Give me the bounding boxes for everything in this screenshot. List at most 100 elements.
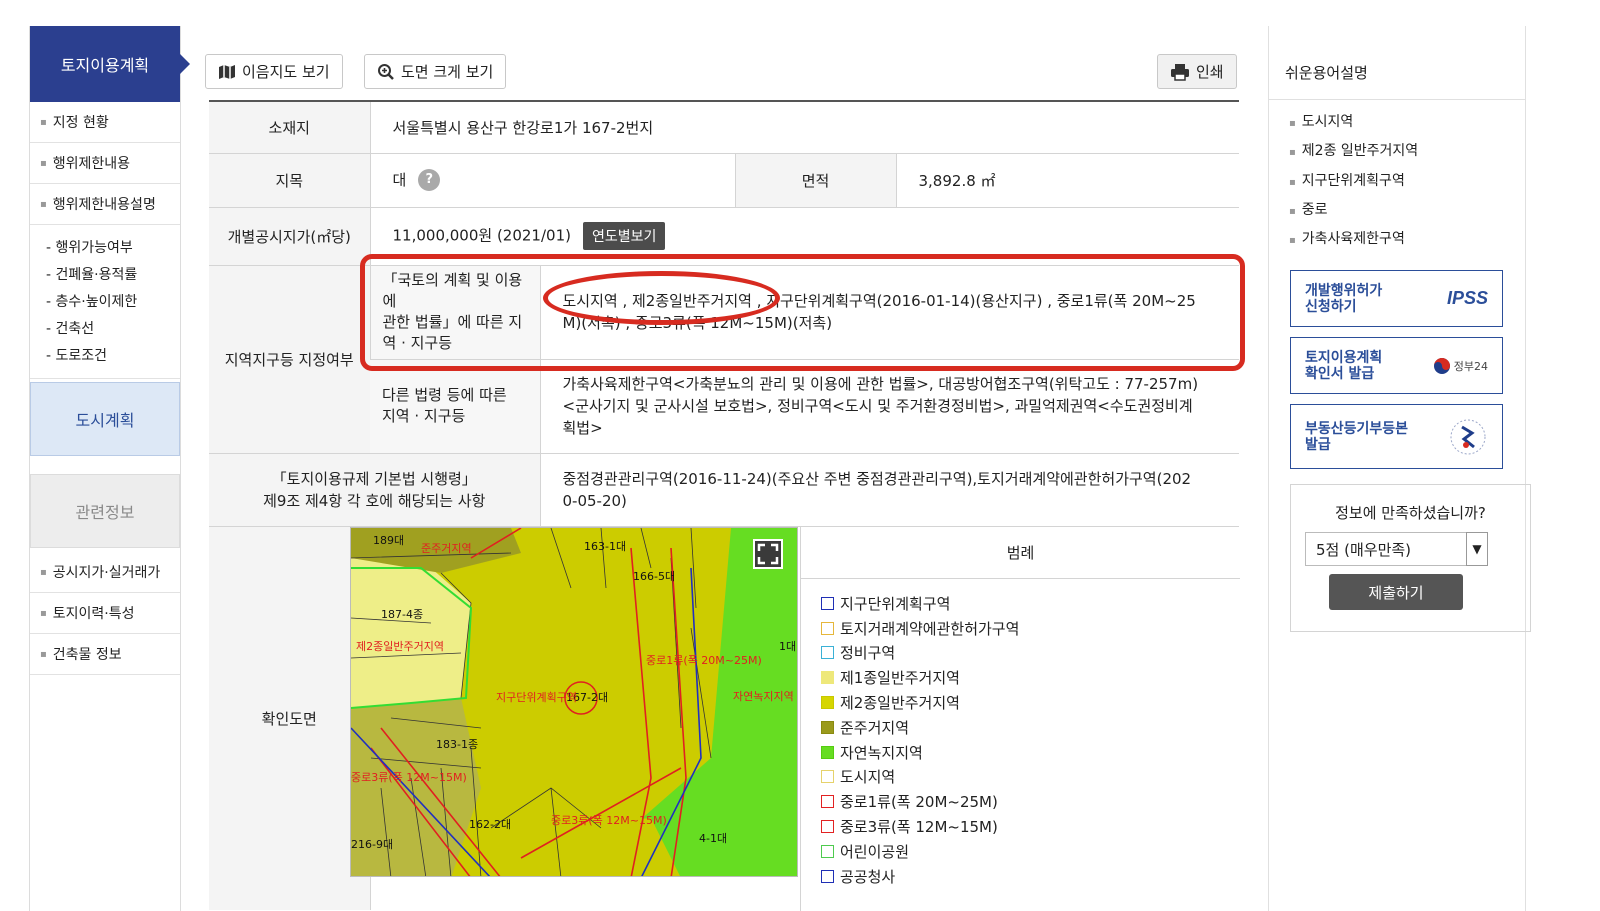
sidebar-item-label: 행위제한내용설명 [52,197,156,213]
sidebar-item-restriction-desc[interactable]: ▪ 행위제한내용설명 [30,184,180,225]
sidebar-item-building[interactable]: ▪ 건축물 정보 [30,634,180,675]
gov24-logo: 정부24 [1433,357,1488,375]
bullet-icon: ▪ [40,198,47,210]
sidebar-item-price[interactable]: ▪ 공시지가·실거래가 [30,552,180,593]
map-label-text: 166-5대 [633,570,675,583]
dev-permit-label-line: 개발행위허가 [1305,282,1383,299]
registry-button[interactable]: 부동산등기부등본 발급 [1290,404,1503,469]
legend-swatch [821,745,834,759]
glossary-item[interactable]: ▪ 중로 [1289,196,1525,225]
sidebar-item-history[interactable]: ▪ 토지이력·특성 [30,593,180,634]
zoom-map-button[interactable]: 도면 크게 보기 [364,54,507,89]
map-label-text: 중로3류(폭 12M~15M) [351,771,467,784]
sidebar-related-info-button[interactable]: 관련정보 [30,474,180,548]
zone-sub2-label: 다른 법령 등에 따른 지역 · 지구등 [370,359,540,454]
legend-item: 제1종일반주거지역 [821,665,1240,690]
glossary-item-label: 도시지역 [1301,114,1354,130]
map-label-text: 중로3류(폭 12M~15M) [551,814,667,827]
map-label-text: 163-1대 [584,540,626,553]
legend-item: 어린이공원 [821,839,1240,864]
jimok-value: 대 [392,170,407,189]
glossary-item-label: 제2종 일반주거지역 [1301,143,1419,160]
legend-item: 자연녹지지역 [821,740,1240,765]
chevron-down-icon[interactable]: ▼ [1466,532,1488,566]
legend-swatch [821,844,834,858]
map-expand-icon[interactable] [753,539,783,569]
bullet-icon: ▪ [40,648,47,660]
sidebar-header[interactable]: 토지이용계획 [30,26,190,102]
zone-label: 지역지구등 지정여부 [209,265,370,454]
registry-label-line: 발급 [1305,436,1331,453]
glossary-title: 쉬운용어설명 [1269,26,1525,100]
legend-label: 제2종일반주거지역 [840,694,960,713]
survey-rating-value: 5점 (매우만족) [1316,541,1412,559]
print-label: 인쇄 [1196,63,1224,81]
legend-swatch [821,820,834,834]
print-button[interactable]: 인쇄 [1157,54,1237,89]
legend-item: 중로1류(폭 20M~25M) [821,789,1240,814]
land-map[interactable]: 189대 163-1대 166-5대 187-4종 167-2대 183-1종 … [350,527,798,877]
legend-item: 도시지역 [821,765,1240,790]
legend-swatch [821,646,834,660]
table-row-location: 소재지 서울특별시 용산구 한강로1가 167-2번지 [209,102,1240,154]
legend-label: 어린이공원 [840,842,910,861]
map-label-text: 지구단위계획구역 [496,691,577,704]
legend-item: 정비구역 [821,641,1240,666]
gov24-text: 정부24 [1453,359,1488,373]
sidebar-subitem-height[interactable]: - 층수·높이제한 [46,289,180,316]
legend-label: 자연녹지지역 [840,743,923,762]
survey-submit-button[interactable]: 제출하기 [1329,574,1463,610]
zone-sub2-value-line: <군사기지 및 군사시설 보호법>, 정비구역<도시 및 주거환경정비법>, 과… [562,397,1193,415]
survey-rating-select[interactable]: 5점 (매우만족) ▼ [1305,532,1488,566]
glossary-item[interactable]: ▪ 제2종 일반주거지역 [1289,137,1525,166]
map-label-text: 준주거지역 [421,542,472,555]
sidebar-subitem-road[interactable]: - 도로조건 [46,343,180,370]
map-label-text: 187-4종 [381,608,423,621]
area-value: 3,892.8 ㎡ [895,153,1240,208]
land-use-cert-label-line: 토지이용계획 [1305,349,1383,366]
legend-label: 지구단위계획구역 [840,594,951,613]
legend-item: 중로3류(폭 12M~15M) [821,814,1240,839]
glossary-item[interactable]: ▪ 도시지역 [1289,108,1525,137]
bullet-icon: ▪ [40,566,47,578]
dev-permit-label: 개발행위허가 신청하기 [1305,283,1382,315]
map-label-text: 4-1대 [699,832,727,845]
legend-label: 공공청사 [840,867,896,886]
legend-item: 준주거지역 [821,715,1240,740]
sidebar-subitem-allowed[interactable]: - 행위가능여부 [46,235,180,262]
glossary-list: ▪ 도시지역 ▪ 제2종 일반주거지역 ▪ 지구단위계획구역 ▪ 중로 ▪ 가축사육제한구… [1269,100,1525,254]
bullet-icon: ▪ [1289,118,1296,129]
legend-swatch [821,671,834,685]
price-label: 개별공시지가(㎡당) [209,207,370,266]
glossary-item[interactable]: ▪ 지구단위계획구역 [1289,167,1525,196]
sidebar-city-plan-button[interactable]: 도시계획 [30,382,180,456]
yearly-view-button[interactable]: 연도별보기 [582,222,666,250]
glossary-item-label: 가축사육제한구역 [1301,231,1405,248]
dev-permit-label-line: 신청하기 [1305,298,1357,315]
map-view-button[interactable]: 이음지도 보기 [205,54,343,89]
map-label-text: 183-1종 [436,738,478,751]
sidebar-item-restriction[interactable]: ▪ 행위제한내용 [30,143,180,184]
sidebar-item-designation[interactable]: ▪ 지정 현황 [30,102,180,143]
map-label: 확인도면 [209,526,370,910]
sidebar-subitem-ratio[interactable]: - 건폐율·용적률 [46,262,180,289]
legend-label: 정비구역 [840,644,896,663]
printer-icon [1171,63,1189,81]
land-use-cert-button[interactable]: 토지이용계획 확인서 발급 정부24 [1290,337,1503,394]
legend-item: 공공청사 [821,864,1240,889]
regulation-value-line: 0-05-20) [562,491,627,510]
zone-sub2-label-line: 지역 · 지구등 [382,407,466,425]
legend-item: 지구단위계획구역 [821,591,1240,616]
registry-label: 부동산등기부등본 발급 [1305,421,1408,453]
legend-swatch [821,621,834,635]
zoom-map-label: 도면 크게 보기 [401,63,494,81]
help-icon[interactable]: ? [418,169,441,192]
glossary-item[interactable]: ▪ 가축사육제한구역 [1289,225,1525,254]
taegeuk-icon [1433,357,1450,374]
glossary-item-label: 지구단위계획구역 [1301,172,1405,189]
legend-swatch [821,596,834,610]
price-value: 11,000,000원 (2021/01) [392,226,571,245]
map-label-text: 189대 [373,534,404,547]
sidebar-subitem-building-line[interactable]: - 건축선 [46,316,180,343]
dev-permit-button[interactable]: 개발행위허가 신청하기 IPSS [1290,270,1503,327]
